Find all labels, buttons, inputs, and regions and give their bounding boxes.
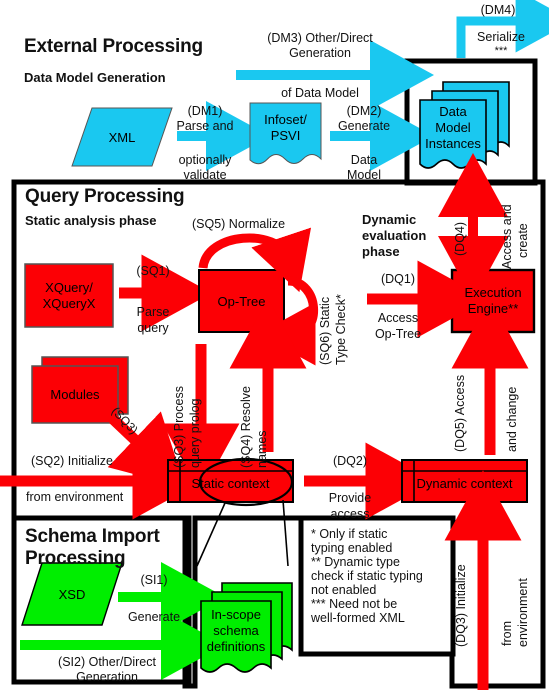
edge-label-sq6-line1: (SQ6) Static [318, 296, 332, 365]
edge-label-dq2-line2: access [330, 507, 370, 521]
node-label-data-model-instances: Data Model Instances [425, 104, 481, 151]
edge-label-dq4-line3: create [516, 223, 530, 258]
edge-label-dm2-line2: Data [350, 153, 378, 167]
footnote-line-7: well-formed XML [311, 611, 405, 625]
sq5-loop-arrow [198, 227, 311, 293]
edge-label-si2-line2: Generation [76, 670, 138, 684]
edge-label-dm2-line3: Model [346, 168, 382, 182]
node-label-xml: XML [108, 129, 136, 145]
sq6-loop-arrow [258, 276, 319, 366]
edge-label-dq1-line1: Access [377, 311, 419, 325]
edge-label-sq1-tag: (SQ1) [136, 264, 170, 278]
edge-label-dq3-line2: from [500, 621, 514, 646]
edge-label-dm1-line3: validate [183, 168, 227, 182]
footnote-line-2: typing enabled [311, 541, 393, 555]
edge-label-dq2-line1: Provide [328, 491, 372, 505]
edge-label-dq2-tag: (DQ2) [332, 454, 368, 468]
footnote-line-5: not enabled [311, 583, 377, 597]
section-heading-query-processing: Query Processing [25, 186, 185, 207]
edge-label-si1-tag: (SI1) [140, 573, 168, 587]
edge-label-sq1-line1: Parse [136, 305, 170, 319]
callout-leader-right [282, 499, 289, 567]
edge-label-dq3-line1: (DQ3) Initialize [454, 564, 468, 647]
footnote-line-4: check if static typing [311, 569, 423, 583]
footnote-line-1: * Only if static [311, 527, 388, 541]
footnote-line-3: ** Dynamic type [311, 555, 400, 569]
edge-label-dm3-line2: Generation [289, 46, 351, 60]
section-subheading-dynamic-evaluation-phase: Dynamic evaluation phase [362, 212, 427, 259]
edge-label-sq2-line2: from environment [26, 490, 124, 504]
edge-label-sq2-line1: (SQ2) Initialize [31, 454, 113, 468]
edge-label-sq5: (SQ5) Normalize [192, 217, 286, 231]
edge-label-si2-line1: (SI2) Other/Direct [58, 655, 156, 669]
edge-label-dq3-line3: environment [516, 578, 530, 647]
edge-label-sq1-line2: query [137, 321, 169, 335]
edge-label-dq1-line2: Op-Tree [374, 327, 422, 341]
edge-label-dm4-line2: *** [494, 45, 508, 57]
edge-label-sq6-line2: Type Check* [334, 294, 348, 365]
node-label-dynamic-context: Dynamic context [416, 475, 513, 491]
edge-label-sq4-line1: (SQ4) Resolve [239, 386, 253, 468]
diagram-canvas: External Processing Data Model Generatio… [0, 0, 549, 690]
edge-label-si1-line1: Generate [127, 610, 181, 624]
edge-label-dm3-line3: of Data Model [281, 86, 359, 100]
edge-label-dm4-tag: (DM4) [480, 3, 516, 17]
section-subheading-static-analysis-phase: Static analysis phase [25, 213, 157, 228]
edge-label-sq3-line1: (SQ3) Process [172, 386, 186, 468]
edge-label-dq5-line1: (DQ5) Access [453, 374, 467, 452]
node-label-xsd: XSD [58, 586, 86, 602]
callout-leader-left [196, 502, 226, 567]
footnote-line-6: *** Need not be [311, 597, 398, 611]
edge-label-dm2-line1: Generate [337, 119, 391, 133]
node-label-op-tree: Op-Tree [217, 293, 266, 309]
edge-label-sq3-line2: query prolog [188, 398, 202, 469]
node-label-modules: Modules [50, 387, 100, 402]
edge-label-dq4-line2: Access and [500, 204, 514, 269]
section-subheading-data-model-generation: Data Model Generation [24, 70, 166, 85]
node-label-execution-engine: Execution Engine** [464, 285, 522, 316]
edge-label-dm1-line2: optionally [178, 153, 232, 167]
edge-label-dq5-line2: and change [505, 386, 519, 452]
section-heading-external-processing: External Processing [24, 36, 203, 57]
edge-label-sq4-line2: names [255, 430, 269, 468]
edge-label-dm2-tag: (DM2) [346, 104, 382, 118]
node-label-infoset-psvi: Infoset/ PSVI [264, 112, 307, 143]
edge-label-dq4-line1: (DQ4) [453, 221, 467, 256]
edge-label-dm1-line1: Parse and [176, 119, 234, 133]
footnote-list: * Only if static typing enabled ** Dynam… [311, 527, 447, 625]
edge-label-dm3-line1: (DM3) Other/Direct [267, 31, 373, 45]
edge-label-dm1-tag: (DM1) [187, 104, 223, 118]
node-label-in-scope-schema-definitions: In-scope schema definitions [206, 607, 266, 654]
node-label-static-context: Static context [191, 475, 270, 491]
edge-label-dq1-tag: (DQ1) [380, 272, 416, 286]
edge-label-dm4-line1: Serialize [477, 30, 525, 44]
node-label-xquery: XQuery/ XQueryX [42, 279, 96, 311]
